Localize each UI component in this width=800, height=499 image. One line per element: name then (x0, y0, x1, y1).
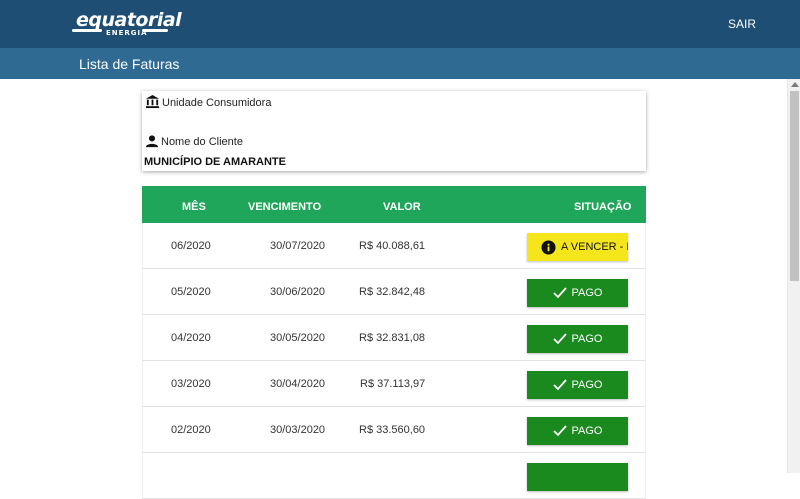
row-value: R$ 37.113,97 (360, 378, 426, 390)
check-icon (552, 379, 567, 391)
check-icon (552, 287, 567, 299)
status-badge-paid[interactable]: PAGO (527, 279, 628, 307)
row-month: 06/2020 (171, 240, 211, 252)
top-navbar: equatorial ENERGIA SAIR (0, 0, 800, 48)
row-month: 03/2020 (171, 378, 211, 390)
check-icon (552, 425, 567, 437)
status-badge-paid[interactable]: PAGO (527, 417, 628, 445)
client-name-label: Nome do Cliente (161, 136, 243, 148)
status-badge-due[interactable]: A VENCER - IN (527, 233, 628, 261)
row-value: R$ 33.560,60 (359, 424, 426, 436)
header-month: MÊS (182, 201, 206, 213)
row-month: 04/2020 (171, 332, 211, 344)
status-label: PAGO (571, 379, 603, 391)
row-value: R$ 32.842,48 (359, 286, 426, 298)
consumer-unit-label: Unidade Consumidora (162, 97, 272, 109)
invoice-table: MÊS VENCIMENTO VALOR SITUAÇÃO 06/2020 30… (142, 186, 646, 499)
header-status: SITUAÇÃO (574, 201, 632, 213)
table-header: MÊS VENCIMENTO VALOR SITUAÇÃO (142, 186, 646, 223)
scroll-up-icon[interactable] (791, 82, 799, 87)
table-row[interactable]: 06/2020 30/07/2020 R$ 40.088,61 A VENCER… (142, 223, 646, 269)
status-badge-paid[interactable] (527, 463, 628, 491)
logo-wordmark: equatorial (76, 9, 182, 31)
row-value: R$ 40.088,61 (359, 240, 426, 252)
row-value: R$ 32.831,08 (359, 332, 426, 344)
person-icon (145, 135, 159, 148)
status-label: PAGO (571, 287, 603, 299)
status-label: PAGO (571, 333, 603, 345)
table-row[interactable]: 05/2020 30/06/2020 R$ 32.842,48 PAGO (142, 269, 646, 315)
page-title: Lista de Faturas (79, 56, 180, 72)
row-due-date: 30/07/2020 (270, 240, 326, 252)
table-row[interactable]: 02/2020 30/03/2020 R$ 33.560,60 PAGO (142, 407, 646, 453)
header-value: VALOR (383, 201, 421, 213)
logout-link[interactable]: SAIR (728, 17, 756, 31)
row-due-date: 30/05/2020 (270, 332, 326, 344)
consumer-info-card: Unidade Consumidora Nome do Cliente MUNI… (142, 91, 646, 171)
logo-swoosh-right (142, 29, 168, 32)
row-month: 02/2020 (171, 424, 211, 436)
check-icon (552, 333, 567, 345)
equatorial-logo[interactable]: equatorial ENERGIA (72, 9, 182, 39)
client-name-line: Nome do Cliente (145, 134, 243, 148)
row-month: 05/2020 (171, 286, 211, 298)
status-badge-paid[interactable]: PAGO (527, 325, 628, 353)
info-icon (541, 239, 556, 255)
table-row[interactable]: 03/2020 30/04/2020 R$ 37.113,97 PAGO (142, 361, 646, 407)
status-label: A VENCER - IN (561, 241, 628, 253)
status-label: PAGO (571, 425, 603, 437)
scroll-thumb[interactable] (790, 91, 799, 281)
bank-icon (145, 94, 160, 109)
table-row[interactable] (142, 453, 646, 499)
row-due-date: 30/04/2020 (270, 378, 326, 390)
client-name-value: MUNICÍPIO DE AMARANTE (144, 156, 286, 168)
table-row[interactable]: 04/2020 30/05/2020 R$ 32.831,08 PAGO (142, 315, 646, 361)
logo-swoosh-left (72, 29, 102, 32)
row-due-date: 30/06/2020 (270, 286, 326, 298)
page-title-bar: Lista de Faturas (0, 48, 800, 79)
header-due-date: VENCIMENTO (248, 201, 322, 213)
status-badge-paid[interactable]: PAGO (527, 371, 628, 399)
row-due-date: 30/03/2020 (270, 424, 326, 436)
consumer-unit-line: Unidade Consumidora (145, 94, 271, 109)
page-scrollbar[interactable] (787, 79, 800, 473)
